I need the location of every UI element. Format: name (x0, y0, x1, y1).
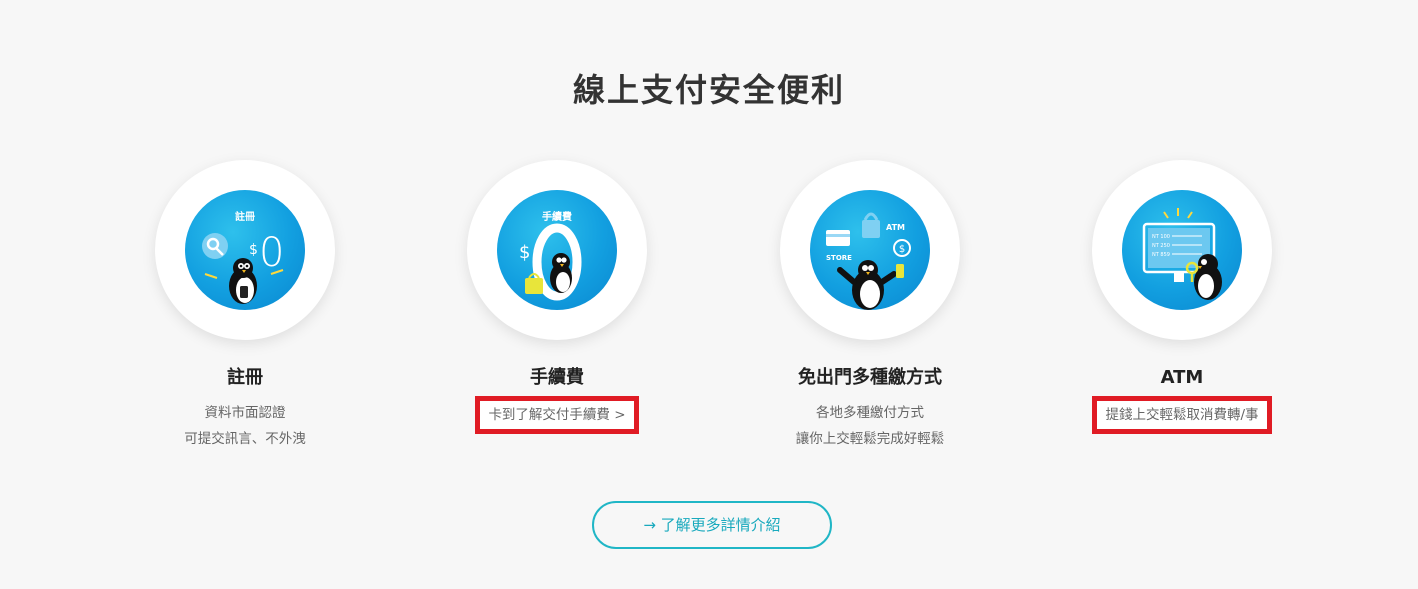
feature-atm: NT 100 NT 250 NT 859 ATM 提錢上交輕鬆取消費轉/事 (1032, 160, 1332, 434)
fee-badge: 手續費 (542, 210, 572, 223)
svg-text:0: 0 (259, 230, 284, 276)
register-badge: 註冊 (235, 210, 255, 223)
feature-register-desc-line-2: 可提交訊言、不外洩 (184, 431, 306, 447)
feature-register: 註冊 $ 0 註冊 資料市面認證 可提交訊言、不外洩 (95, 160, 395, 452)
feature-payment-methods-title: 免出門多種繳方式 (798, 367, 942, 388)
svg-text:$: $ (899, 244, 905, 255)
feature-fee-title: 手續費 (530, 367, 584, 388)
feature-payment-methods: STORE ATM $ 免出門多種繳方式 各地多種繳付方式 讓你上交輕鬆完成好輕… (720, 160, 1020, 452)
feature-payment-methods-desc-line-1: 各地多種繳付方式 (816, 405, 924, 421)
page: 線上支付安全便利 註冊 $ 0 註冊 資料市面認證 可提交訊言、不外洩 手續費 … (0, 0, 1418, 589)
atm-badge: ATM (886, 223, 905, 232)
feature-atm-title: ATM (1160, 367, 1204, 388)
atm-screen-line-3: NT 859 (1152, 252, 1170, 258)
feature-register-title: 註冊 (227, 367, 263, 388)
feature-fee-icon-frame: 手續費 $ (467, 160, 647, 340)
feature-payment-methods-desc-line-2: 讓你上交輕鬆完成好輕鬆 (795, 431, 945, 447)
feature-register-icon-frame: 註冊 $ 0 (155, 160, 335, 340)
learn-more-button[interactable]: → 了解更多詳情介紹 (592, 501, 832, 549)
svg-text:$: $ (519, 242, 530, 263)
penguin-register-icon: 註冊 $ 0 (185, 190, 305, 310)
feature-register-desc: 資料市面認證 可提交訊言、不外洩 (95, 400, 395, 452)
penguin-payment-methods-icon: STORE ATM $ (810, 190, 930, 310)
feature-atm-desc: 提錢上交輕鬆取消費轉/事 (1032, 396, 1332, 434)
penguin-fee-icon: 手續費 $ (497, 190, 617, 310)
svg-text:$: $ (249, 242, 258, 258)
feature-atm-icon-frame: NT 100 NT 250 NT 859 (1092, 160, 1272, 340)
feature-payment-methods-desc: 各地多種繳付方式 讓你上交輕鬆完成好輕鬆 (720, 400, 1020, 452)
feature-payment-methods-icon-frame: STORE ATM $ (780, 160, 960, 340)
atm-details-link[interactable]: 提錢上交輕鬆取消費轉/事 (1105, 407, 1258, 423)
fee-details-link-highlight[interactable]: 卡到了解交付手續費 > (475, 396, 639, 434)
store-badge: STORE (826, 254, 852, 262)
atm-screen-line-2: NT 250 (1152, 243, 1170, 249)
feature-fee: 手續費 $ 手續費 卡到了解交付手續費 > (407, 160, 707, 434)
feature-register-desc-line-1: 資料市面認證 (204, 405, 286, 421)
feature-fee-desc: 卡到了解交付手續費 > (407, 396, 707, 434)
section-title: 線上支付安全便利 (572, 71, 845, 109)
atm-details-link-highlight[interactable]: 提錢上交輕鬆取消費轉/事 (1092, 396, 1272, 434)
penguin-atm-icon: NT 100 NT 250 NT 859 (1122, 190, 1242, 310)
atm-screen-line-1: NT 100 (1152, 234, 1170, 240)
fee-details-link[interactable]: 卡到了解交付手續費 > (488, 407, 625, 423)
